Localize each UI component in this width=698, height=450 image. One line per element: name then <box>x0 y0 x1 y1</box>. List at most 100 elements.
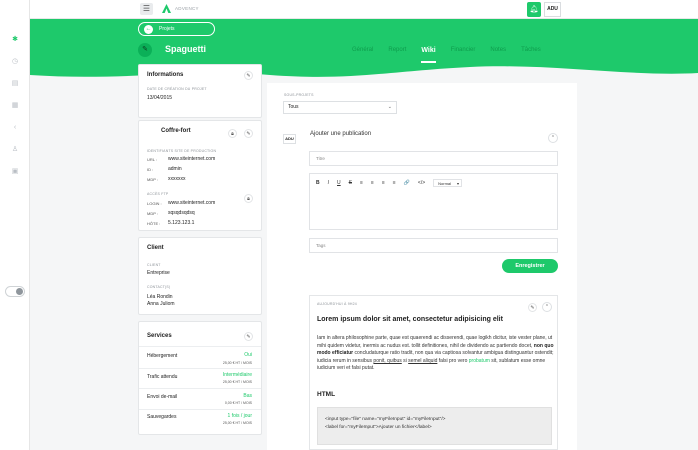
chevron-up-icon[interactable]: ⌃ <box>548 133 558 143</box>
article-title: Lorem ipsum dolor sit amet, consectetur … <box>317 316 503 323</box>
divider <box>139 409 261 410</box>
client-value: Entreprise <box>147 270 170 276</box>
strike-icon[interactable]: S <box>349 180 352 186</box>
brand-name: ADVENCY <box>175 6 199 11</box>
row-value: admin <box>168 166 182 172</box>
article-link-text[interactable]: probatum <box>469 358 490 364</box>
ftp-label: ACCÈS FTP <box>147 192 169 196</box>
chevron-down-icon: ⌄ <box>387 104 392 110</box>
row-value: 5.123.123.1 <box>168 220 195 226</box>
edit-icon[interactable]: ✎ <box>528 303 537 312</box>
service-price: 25,00 € HT / MOIS <box>222 421 252 425</box>
grid-icon[interactable]: ▣ <box>11 168 19 176</box>
article-underlined-text: ponit, quibus <box>373 357 402 364</box>
row-key: LOGIN : <box>147 201 162 206</box>
brand-logo-icon <box>162 4 171 13</box>
wiki-article: AUJOURD'HUI À 9H24 ✎ ⌃ Lorem ipsum dolor… <box>309 295 558 450</box>
dashboard-icon[interactable]: ✱ <box>11 36 19 44</box>
format-value: Normal <box>438 181 452 186</box>
bullet-list-icon[interactable]: ≡ <box>371 180 374 186</box>
underline-icon[interactable]: U <box>337 180 341 186</box>
rich-text-editor[interactable]: B I U S ≡ ≡ ≡ ≡ 🔗 </> Normal ▾ <box>309 173 558 230</box>
edit-project-icon[interactable]: ✎ <box>138 43 152 57</box>
service-name: Sauvegardes <box>147 414 177 420</box>
card-title: Coffre-fort <box>161 128 191 134</box>
user-avatar[interactable]: ADU <box>544 2 561 17</box>
service-name: Envoi de-mail <box>147 394 178 400</box>
clock-icon[interactable]: ◷ <box>11 58 19 66</box>
add-publication-title: Ajouter une publication <box>310 131 372 137</box>
tab-notes[interactable]: Notes <box>490 47 506 57</box>
services-card: Services ✎ Hébergement Oui 25,00 € HT / … <box>138 321 262 435</box>
project-tabs: Général Report Wiki Financier Notes Tâch… <box>352 47 556 63</box>
service-price: 0,00 € HT / MOIS <box>224 401 252 405</box>
tab-general[interactable]: Général <box>352 47 373 57</box>
contacts-label: CONTACT(S) <box>147 285 171 289</box>
contact-item: Léa Rondin <box>147 294 173 300</box>
row-value: www.siteinternet.com <box>168 200 216 206</box>
document-icon[interactable]: ▤ <box>11 80 19 88</box>
divider <box>139 346 261 347</box>
row-key: HÔTE : <box>147 221 161 226</box>
menu-icon[interactable]: ☰ <box>140 3 153 15</box>
article-underlined-text: semel aliquid <box>408 357 438 364</box>
article-heading: HTML <box>317 391 336 398</box>
format-select[interactable]: Normal ▾ <box>433 179 463 187</box>
date-value: 13/04/2015 <box>147 95 173 101</box>
article-text: falsi pro vero <box>437 357 469 364</box>
article-body: Iam in altera philosophine parte, quae e… <box>317 335 555 373</box>
chevron-up-icon[interactable]: ⌃ <box>542 302 552 312</box>
article-timestamp: AUJOURD'HUI À 9H24 <box>317 302 357 306</box>
informations-card: Informations ✎ DATE DE CRÉATION DU PROJE… <box>138 64 262 118</box>
arrow-left-icon: ← <box>144 25 153 34</box>
bell-icon[interactable]: 🔔︎ <box>527 2 541 17</box>
user-icon[interactable]: ♙ <box>11 146 19 154</box>
code-line: <label for="myFileInput">Ajouter un fich… <box>325 425 432 430</box>
service-value: Intermédiaire <box>222 372 252 378</box>
italic-icon[interactable]: I <box>328 180 329 186</box>
outdent-icon[interactable]: ≡ <box>393 180 396 186</box>
author-avatar: ADU <box>283 134 296 144</box>
service-price: 25,00 € HT / MOIS <box>222 361 252 365</box>
vault-card: Coffre-fort 🔒︎ ✎ IDENTIFIANTS SITE DE PR… <box>138 120 262 231</box>
tab-wiki[interactable]: Wiki <box>421 47 437 63</box>
card-title: Services <box>147 333 172 339</box>
subprojects-label: SOUS-PROJETS <box>284 93 314 97</box>
title-input[interactable]: Titre <box>309 151 558 166</box>
theme-toggle[interactable] <box>5 286 25 297</box>
article-text: Iam in altera philosophine parte, quae e… <box>317 335 553 349</box>
edit-icon[interactable]: ✎ <box>244 332 253 341</box>
tab-financier[interactable]: Financier <box>451 47 476 57</box>
lock-icon[interactable]: 🔒︎ <box>228 129 237 138</box>
edit-icon[interactable]: ✎ <box>244 71 253 80</box>
back-to-projects-button[interactable]: ← Projets <box>138 22 215 36</box>
service-price: 25,00 € HT / MOIS <box>222 380 252 384</box>
link-icon[interactable]: 🔗 <box>404 180 410 186</box>
date-label: DATE DE CRÉATION DU PROJET <box>147 87 207 91</box>
client-card: Client CLIENT Entreprise CONTACT(S) Léa … <box>138 237 262 315</box>
row-value: www.siteinternet.com <box>168 156 216 162</box>
indent-icon[interactable]: ≡ <box>382 180 385 186</box>
tab-report[interactable]: Report <box>388 47 406 57</box>
bold-icon[interactable]: B <box>316 180 320 186</box>
calendar-icon[interactable]: ▦ <box>11 102 19 110</box>
row-key: URL : <box>147 157 158 162</box>
tab-taches[interactable]: Tâches <box>521 47 541 57</box>
arrow-left-icon[interactable]: ‹ <box>11 124 19 132</box>
contact-item: Anna Juliom <box>147 301 175 307</box>
subprojects-select[interactable]: Tous ⌄ <box>283 101 397 114</box>
save-button[interactable]: Enregistrer <box>502 259 558 273</box>
code-icon[interactable]: </> <box>418 180 425 186</box>
card-title: Informations <box>147 72 184 78</box>
divider <box>139 368 261 369</box>
service-value: Oui <box>244 352 252 358</box>
tags-input[interactable]: Tags <box>309 238 558 253</box>
subprojects-value: Tous <box>288 104 299 110</box>
edit-icon[interactable]: ✎ <box>244 129 253 138</box>
chevron-down-icon: ▾ <box>457 181 460 186</box>
ordered-list-icon[interactable]: ≡ <box>360 180 363 186</box>
row-value: sqsqdsqdsq <box>168 210 195 216</box>
back-label: Projets <box>159 26 175 32</box>
lock-icon[interactable]: 🔒︎ <box>244 194 253 203</box>
left-rail: ✱ ◷ ▤ ▦ ‹ ♙ ▣ <box>0 0 30 450</box>
